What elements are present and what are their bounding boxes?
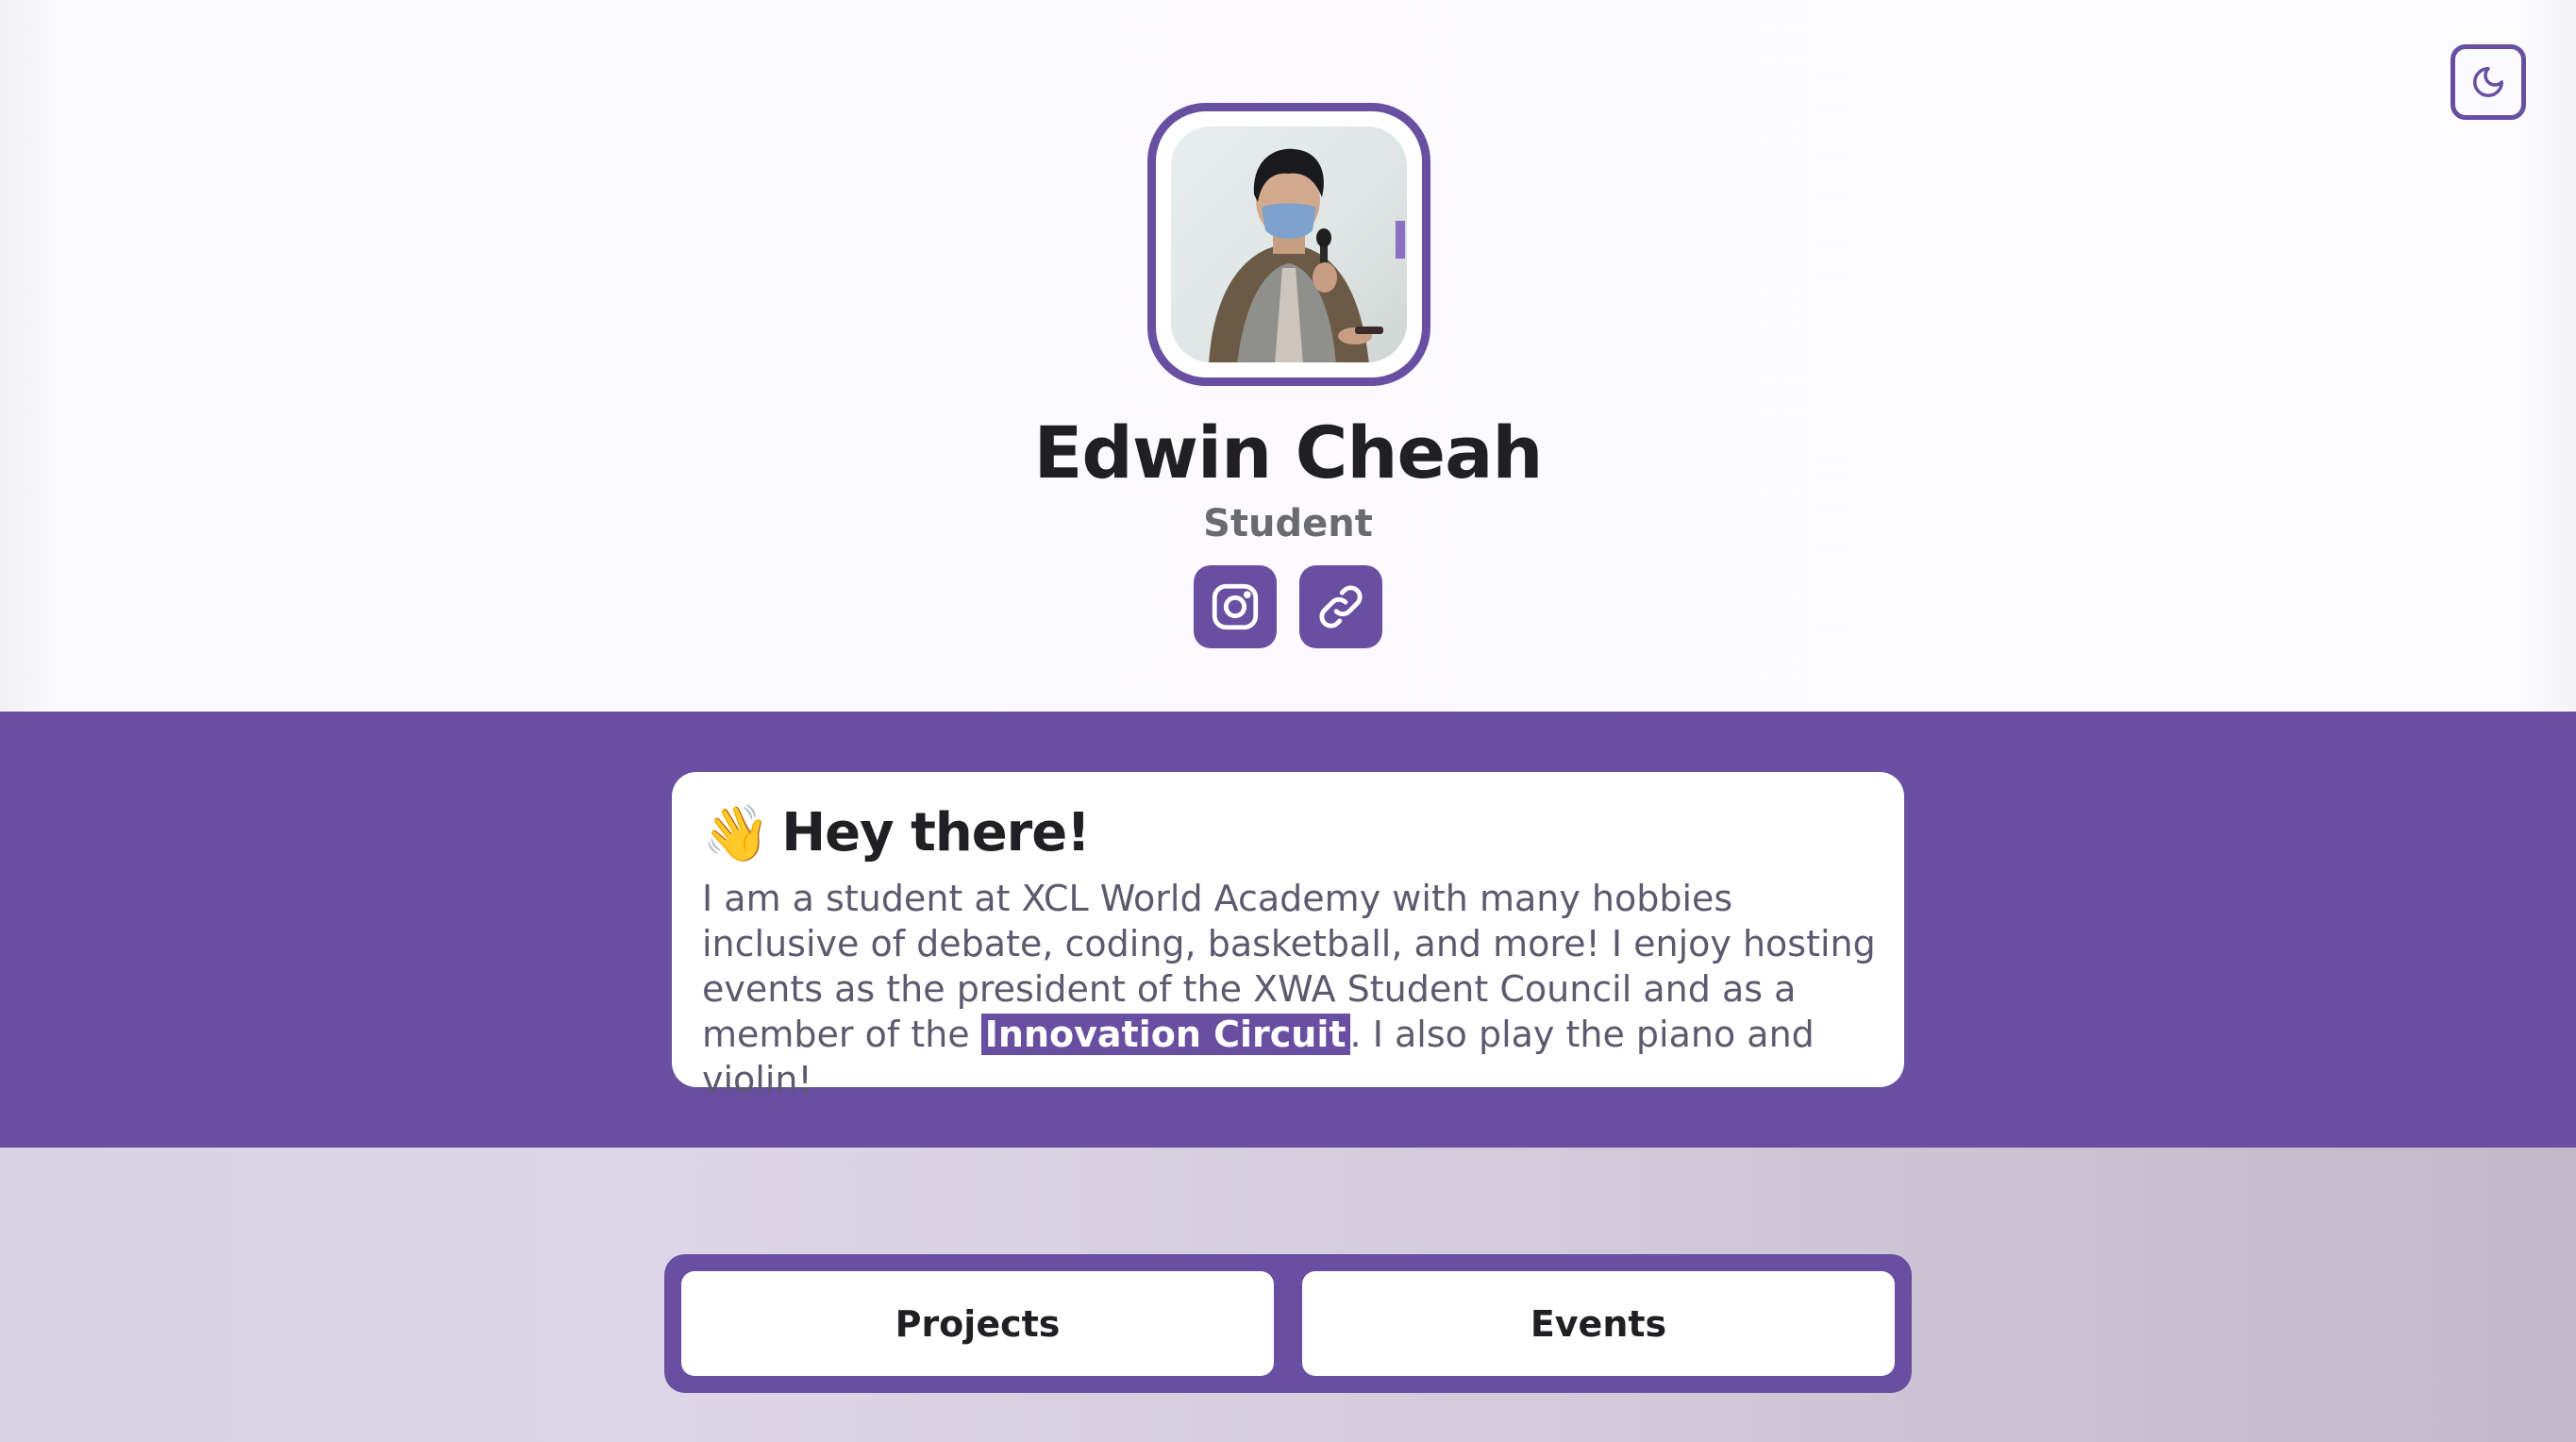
instagram-button[interactable]: [1194, 565, 1277, 648]
about-card: 👋 Hey there! I am a student at XCL World…: [672, 772, 1904, 1100]
student-portrait-icon: [1209, 148, 1405, 362]
innovation-circuit-link[interactable]: Innovation Circuit: [980, 1014, 1350, 1055]
website-link-button[interactable]: [1299, 565, 1382, 648]
tab-projects[interactable]: Projects: [681, 1271, 1274, 1376]
tab-events[interactable]: Events: [1302, 1271, 1895, 1376]
about-bio: I am a student at XCL World Academy with…: [702, 876, 1882, 1102]
about-heading: Hey there!: [781, 802, 1091, 864]
link-icon: [1319, 585, 1363, 629]
moon-icon: [2473, 67, 2503, 97]
theme-toggle-button[interactable]: [2451, 44, 2526, 120]
social-links: [1194, 565, 1382, 648]
about-title: 👋 Hey there!: [702, 800, 1874, 866]
instagram-icon: [1212, 583, 1259, 630]
profile-name: Edwin Cheah: [1033, 411, 1544, 495]
avatar: [1171, 126, 1407, 362]
waving-hand-icon: 👋: [702, 801, 771, 865]
section-tabs: Projects Events: [664, 1254, 1912, 1393]
avatar-frame: [1147, 103, 1430, 386]
profile-role: Student: [1203, 502, 1373, 545]
